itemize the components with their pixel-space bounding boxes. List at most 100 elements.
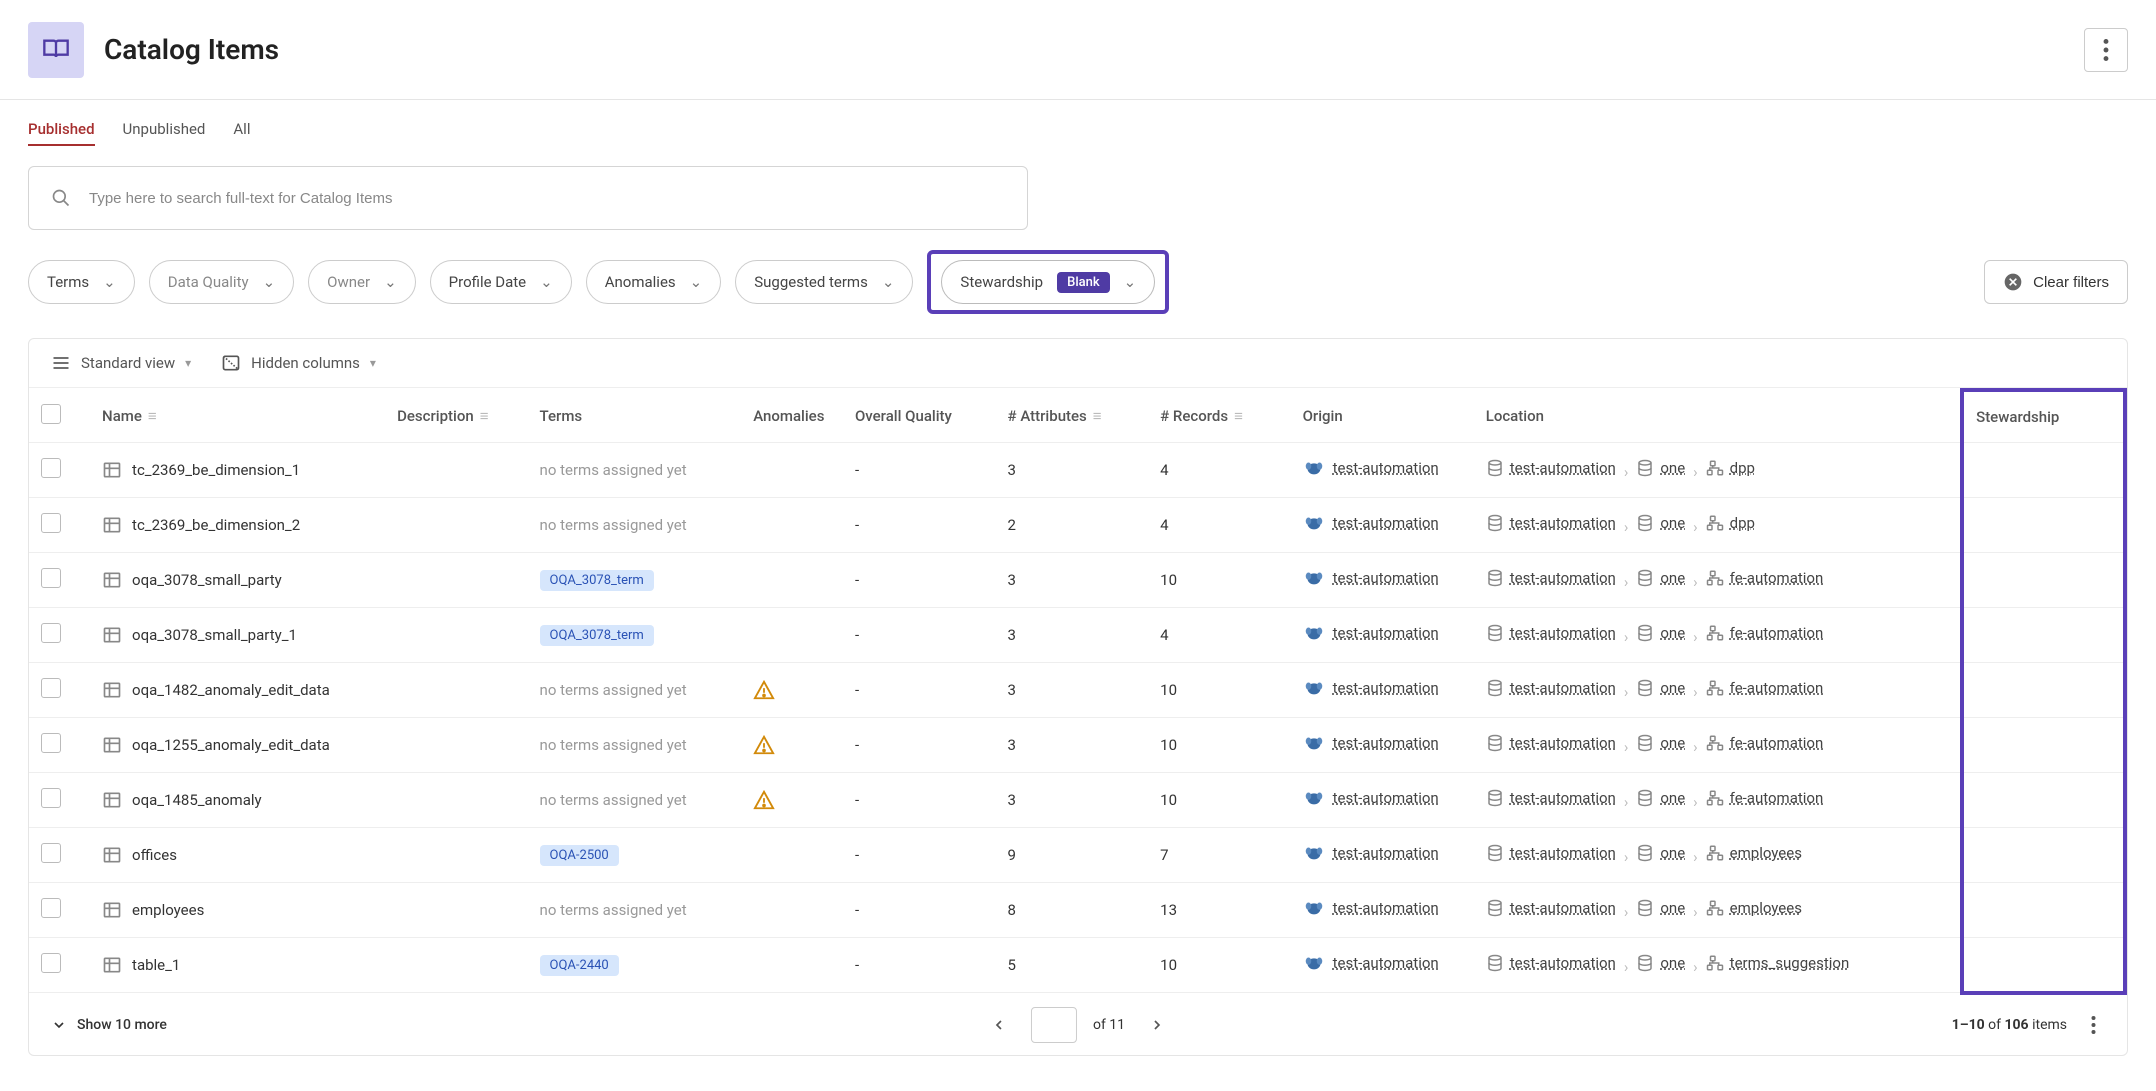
row-checkbox[interactable] — [41, 788, 61, 808]
filter-data-quality[interactable]: Data Quality ⌄ — [149, 260, 294, 304]
table-row[interactable]: oqa_1485_anomalyno terms assigned yet-31… — [29, 773, 2125, 828]
term-badge[interactable]: OQA_3078_term — [540, 625, 654, 646]
origin-link[interactable]: test-automation — [1303, 677, 1439, 699]
row-checkbox[interactable] — [41, 513, 61, 533]
term-badge[interactable]: OQA-2440 — [540, 955, 619, 976]
location-catalog[interactable]: one — [1636, 899, 1685, 917]
location-catalog[interactable]: one — [1636, 844, 1685, 862]
location-catalog[interactable]: one — [1636, 789, 1685, 807]
location-schema[interactable]: fe-automation — [1706, 569, 1824, 587]
origin-link[interactable]: test-automation — [1303, 842, 1439, 864]
filter-stewardship[interactable]: Stewardship Blank ⌄ — [941, 260, 1155, 304]
col-origin[interactable]: Origin — [1291, 390, 1474, 443]
next-page-button[interactable] — [1141, 1009, 1173, 1041]
location-source[interactable]: test-automation — [1486, 679, 1616, 697]
filter-suggested-terms[interactable]: Suggested terms ⌄ — [735, 260, 913, 304]
table-row[interactable]: tc_2369_be_dimension_2no terms assigned … — [29, 498, 2125, 553]
col-overall-quality[interactable]: Overall Quality — [843, 390, 996, 443]
row-checkbox[interactable] — [41, 898, 61, 918]
origin-link[interactable]: test-automation — [1303, 787, 1439, 809]
origin-link[interactable]: test-automation — [1303, 952, 1439, 974]
tab-published[interactable]: Published — [28, 120, 95, 146]
location-schema[interactable]: terms_suggestion — [1706, 954, 1850, 972]
filter-anomalies[interactable]: Anomalies ⌄ — [586, 260, 722, 304]
table-row[interactable]: oqa_1255_anomaly_edit_datano terms assig… — [29, 718, 2125, 773]
term-badge[interactable]: OQA_3078_term — [540, 570, 654, 591]
origin-link[interactable]: test-automation — [1303, 457, 1439, 479]
clear-filters-button[interactable]: Clear filters — [1984, 260, 2128, 304]
location-source[interactable]: test-automation — [1486, 624, 1616, 642]
location-source[interactable]: test-automation — [1486, 954, 1616, 972]
cell-description — [385, 553, 527, 608]
location-schema[interactable]: fe-automation — [1706, 679, 1824, 697]
row-checkbox[interactable] — [41, 843, 61, 863]
location-source[interactable]: test-automation — [1486, 569, 1616, 587]
location-schema[interactable]: fe-automation — [1706, 789, 1824, 807]
col-description[interactable]: Description≡ — [385, 390, 527, 443]
location-source[interactable]: test-automation — [1486, 789, 1616, 807]
col-name[interactable]: Name≡ — [90, 390, 385, 443]
tab-unpublished[interactable]: Unpublished — [123, 120, 206, 146]
view-selector[interactable]: Standard view ▾ — [51, 353, 191, 373]
location-schema[interactable]: dpp — [1706, 459, 1755, 477]
origin-link[interactable]: test-automation — [1303, 622, 1439, 644]
tab-all[interactable]: All — [233, 120, 250, 146]
row-checkbox[interactable] — [41, 733, 61, 753]
page-input[interactable] — [1031, 1007, 1077, 1043]
catalog-icon — [28, 22, 84, 78]
row-checkbox[interactable] — [41, 568, 61, 588]
location-catalog[interactable]: one — [1636, 569, 1685, 587]
location-source[interactable]: test-automation — [1486, 844, 1616, 862]
location-catalog[interactable]: one — [1636, 679, 1685, 697]
table-row[interactable]: oqa_3078_small_party_1OQA_3078_term-34te… — [29, 608, 2125, 663]
header-more-button[interactable] — [2084, 28, 2128, 72]
term-badge[interactable]: OQA-2500 — [540, 845, 619, 866]
location-catalog[interactable]: one — [1636, 514, 1685, 532]
filter-owner[interactable]: Owner ⌄ — [308, 260, 416, 304]
location-source[interactable]: test-automation — [1486, 899, 1616, 917]
row-checkbox[interactable] — [41, 623, 61, 643]
location-schema[interactable]: employees — [1706, 844, 1802, 862]
select-all-checkbox[interactable] — [41, 404, 61, 424]
row-checkbox[interactable] — [41, 953, 61, 973]
location-catalog[interactable]: one — [1636, 459, 1685, 477]
location-catalog[interactable]: one — [1636, 734, 1685, 752]
origin-link[interactable]: test-automation — [1303, 512, 1439, 534]
location-catalog[interactable]: one — [1636, 624, 1685, 642]
row-checkbox[interactable] — [41, 678, 61, 698]
origin-link[interactable]: test-automation — [1303, 897, 1439, 919]
filter-terms[interactable]: Terms ⌄ — [28, 260, 135, 304]
cell-stewardship — [1962, 663, 2125, 718]
location-source[interactable]: test-automation — [1486, 459, 1616, 477]
location-schema[interactable]: dpp — [1706, 514, 1755, 532]
col-terms[interactable]: Terms — [528, 390, 742, 443]
prev-page-button[interactable] — [983, 1009, 1015, 1041]
table-row[interactable]: oqa_3078_small_partyOQA_3078_term-310tes… — [29, 553, 2125, 608]
location-schema[interactable]: fe-automation — [1706, 624, 1824, 642]
filter-profile-date[interactable]: Profile Date ⌄ — [430, 260, 572, 304]
origin-link[interactable]: test-automation — [1303, 732, 1439, 754]
location-source[interactable]: test-automation — [1486, 734, 1616, 752]
table-row[interactable]: employeesno terms assigned yet-813test-a… — [29, 883, 2125, 938]
col-anomalies[interactable]: Anomalies — [741, 390, 843, 443]
table-row[interactable]: oqa_1482_anomaly_edit_datano terms assig… — [29, 663, 2125, 718]
location-catalog[interactable]: one — [1636, 954, 1685, 972]
location-schema[interactable]: employees — [1706, 899, 1802, 917]
row-checkbox[interactable] — [41, 458, 61, 478]
location-source[interactable]: test-automation — [1486, 514, 1616, 532]
table-row[interactable]: officesOQA-2500-97test-automationtest-au… — [29, 828, 2125, 883]
table-row[interactable]: tc_2369_be_dimension_1no terms assigned … — [29, 443, 2125, 498]
col-records[interactable]: # Records≡ — [1148, 390, 1290, 443]
search-box[interactable] — [28, 166, 1028, 230]
table-row[interactable]: table_1OQA-2440-510test-automationtest-a… — [29, 938, 2125, 993]
search-input[interactable] — [89, 190, 1005, 207]
show-more-button[interactable]: Show 10 more — [51, 1017, 167, 1033]
location-schema[interactable]: fe-automation — [1706, 734, 1824, 752]
origin-link[interactable]: test-automation — [1303, 567, 1439, 589]
footer-more-button[interactable] — [2081, 1013, 2105, 1037]
col-location[interactable]: Location — [1474, 390, 1962, 443]
cell-location: test-automation›one›employees — [1474, 828, 1962, 883]
col-attributes[interactable]: # Attributes≡ — [996, 390, 1149, 443]
hidden-columns[interactable]: Hidden columns ▾ — [221, 353, 376, 373]
col-stewardship[interactable]: Stewardship — [1962, 390, 2125, 443]
